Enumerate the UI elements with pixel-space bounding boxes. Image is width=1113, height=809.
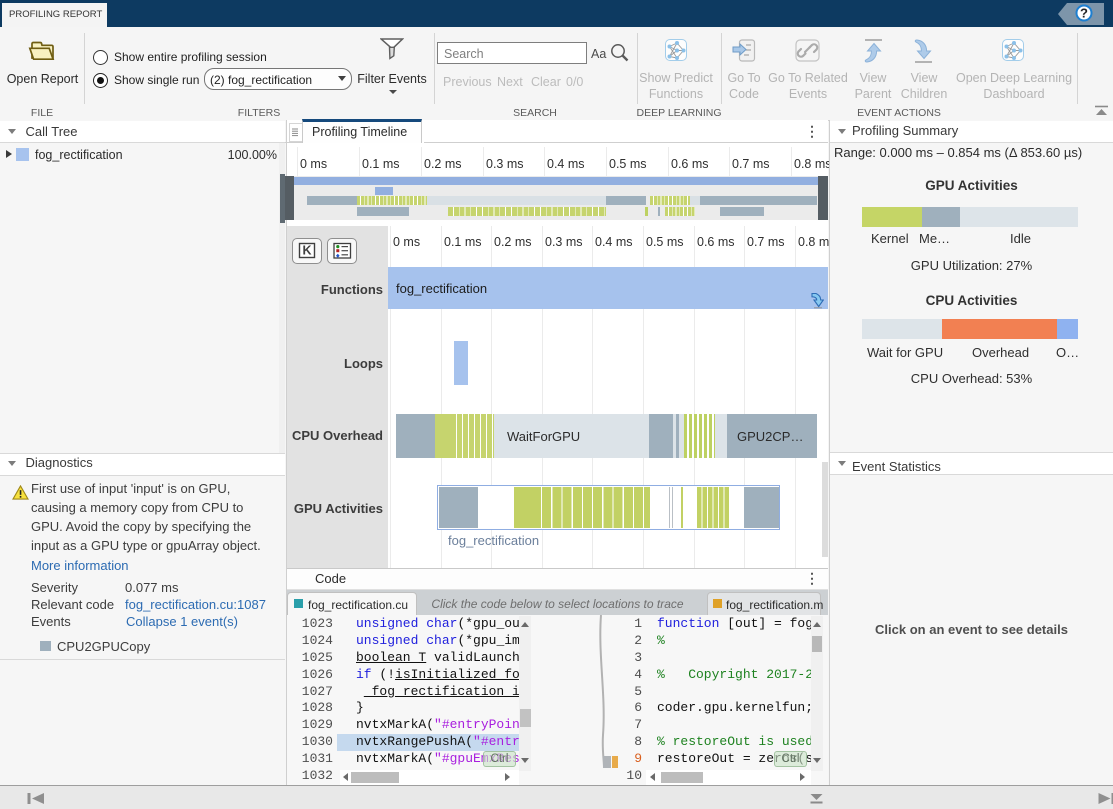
svg-text:?: ? <box>1080 6 1088 21</box>
svg-text:K: K <box>302 244 311 258</box>
